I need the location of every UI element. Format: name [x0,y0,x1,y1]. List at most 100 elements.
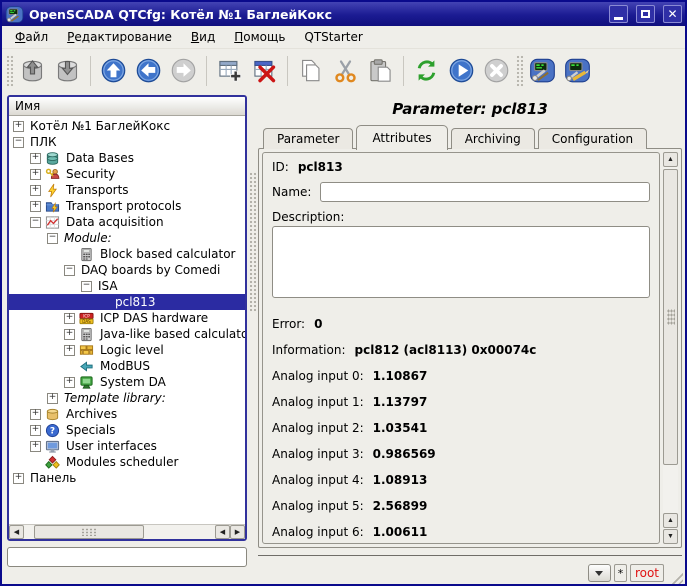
delete-item-button[interactable] [247,53,282,88]
tree-item[interactable]: +Archives [9,406,245,422]
tree-item[interactable]: +Security [9,166,245,182]
tree-item-label: System DA [98,375,168,389]
scrollbar-track[interactable] [24,525,215,539]
tree-indent [9,222,30,223]
name-input[interactable] [320,182,650,202]
tree-item[interactable]: +Transport protocols [9,198,245,214]
tree-item[interactable]: Block based calculator [9,246,245,262]
refresh-button[interactable] [409,53,444,88]
splitter-handle[interactable] [249,172,256,312]
tree-item[interactable]: + Java-like based calculator [9,326,245,342]
arrow-right-circle-icon [170,57,197,84]
tree-item[interactable]: + System DA [9,374,245,390]
expand-icon[interactable]: + [30,201,41,212]
collapse-icon[interactable]: − [47,233,58,244]
collapse-icon[interactable]: − [13,137,24,148]
tree-column-header[interactable]: Имя [9,97,245,116]
tab-parameter[interactable]: Parameter [263,128,353,149]
maximize-button[interactable] [636,5,655,23]
tree-item[interactable]: −Data acquisition [9,214,245,230]
tree-item[interactable]: +?Specials [9,422,245,438]
scroll-up-button[interactable]: ▲ [663,152,678,167]
tree-item[interactable]: −Module: [9,230,245,246]
minimize-button[interactable] [609,5,628,23]
expand-icon[interactable]: + [64,313,75,324]
scrollbar-thumb[interactable] [663,169,678,465]
tab-attributes[interactable]: Attributes [356,125,447,150]
tree-item[interactable]: +Котёл №1 БаглейКокс [9,118,245,134]
scroll-down-button[interactable]: ▼ [663,529,678,544]
expand-icon[interactable]: + [64,345,75,356]
tree-item[interactable]: Modules scheduler [9,454,245,470]
copy-item-button[interactable] [293,53,328,88]
tree-item[interactable]: −ПЛК [9,134,245,150]
resize-grip[interactable] [669,570,683,584]
tree-item[interactable]: +Template library: [9,390,245,406]
expand-icon[interactable]: + [30,425,41,436]
toolbar-handle[interactable] [516,55,523,87]
tab-archiving[interactable]: Archiving [451,128,535,149]
paste-item-button[interactable] [363,53,398,88]
tree-filter-input[interactable] [7,547,247,567]
menu-item-3[interactable]: Вид [183,28,223,46]
expand-icon[interactable]: + [47,393,58,404]
description-textarea[interactable] [272,226,650,298]
expand-icon[interactable]: + [64,329,75,340]
tree-item[interactable]: +Панель [9,470,245,486]
scrollbar-thumb[interactable] [34,525,144,539]
tree-item[interactable]: +Transports [9,182,245,198]
tree-item[interactable]: pcl813 [9,294,245,310]
tree-item[interactable]: +User interfaces [9,438,245,454]
tree-item[interactable]: +ICPDASICP DAS hardware [9,310,245,326]
expand-icon[interactable]: + [30,169,41,180]
tree-horizontal-scrollbar[interactable]: ◀ ◀ ▶ [9,524,245,539]
scroll-left-button[interactable]: ◀ [9,525,24,539]
tree-item[interactable]: ModBUS [9,358,245,374]
expand-icon[interactable]: + [64,377,75,388]
tab-configuration[interactable]: Configuration [538,128,647,149]
qtstarter-vision-button[interactable] [560,53,595,88]
load-from-db-button[interactable] [15,53,50,88]
go-up-button[interactable] [96,53,131,88]
save-to-db-button[interactable] [50,53,85,88]
menu-item-5[interactable]: QTStarter [296,28,370,46]
scroll-left-button-2[interactable]: ◀ [215,525,230,539]
expand-icon[interactable]: + [13,121,24,132]
tree-item[interactable]: +Logic level [9,342,245,358]
tree-item[interactable]: −DAQ boards by Comedi [9,262,245,278]
start-periodic-update-button[interactable] [444,53,479,88]
collapse-icon[interactable]: − [30,217,41,228]
stop-update-button[interactable] [479,53,514,88]
scheduler-icon [45,455,60,470]
current-user-badge[interactable]: root [630,564,664,582]
menu-item-1[interactable]: Файл [7,28,56,46]
qtstarter-configurator-button[interactable] [525,53,560,88]
tree-item-label: Java-like based calculator [98,327,245,341]
scrollbar-track[interactable] [663,168,678,512]
menu-item-4[interactable]: Помощь [226,28,293,46]
expand-icon[interactable]: + [30,185,41,196]
status-dropdown-button[interactable] [588,564,611,582]
expand-icon[interactable]: + [30,409,41,420]
expand-icon[interactable]: + [30,441,41,452]
expand-icon[interactable]: + [30,153,41,164]
add-item-button[interactable] [212,53,247,88]
toolbar-handle[interactable] [6,55,13,87]
svg-text:DAS: DAS [82,319,91,324]
cut-item-button[interactable] [328,53,363,88]
close-button[interactable]: ✕ [663,5,682,23]
menu-item-2[interactable]: Редактирование [59,28,180,46]
collapse-icon[interactable]: − [64,265,75,276]
collapse-icon[interactable]: − [81,281,92,292]
expand-icon[interactable]: + [13,473,24,484]
go-back-button[interactable] [131,53,166,88]
arrow-left-circle-icon [135,57,162,84]
tree-item[interactable]: +Data Bases [9,150,245,166]
vertical-scrollbar[interactable]: ▲ ▲ ▼ [663,152,678,544]
scroll-up-button-2[interactable]: ▲ [663,513,678,528]
description-label: Description: [272,210,650,224]
tree-item[interactable]: −ISA [9,278,245,294]
scroll-right-button[interactable]: ▶ [230,525,245,539]
go-forward-button[interactable] [166,53,201,88]
logic-icon [79,343,94,358]
